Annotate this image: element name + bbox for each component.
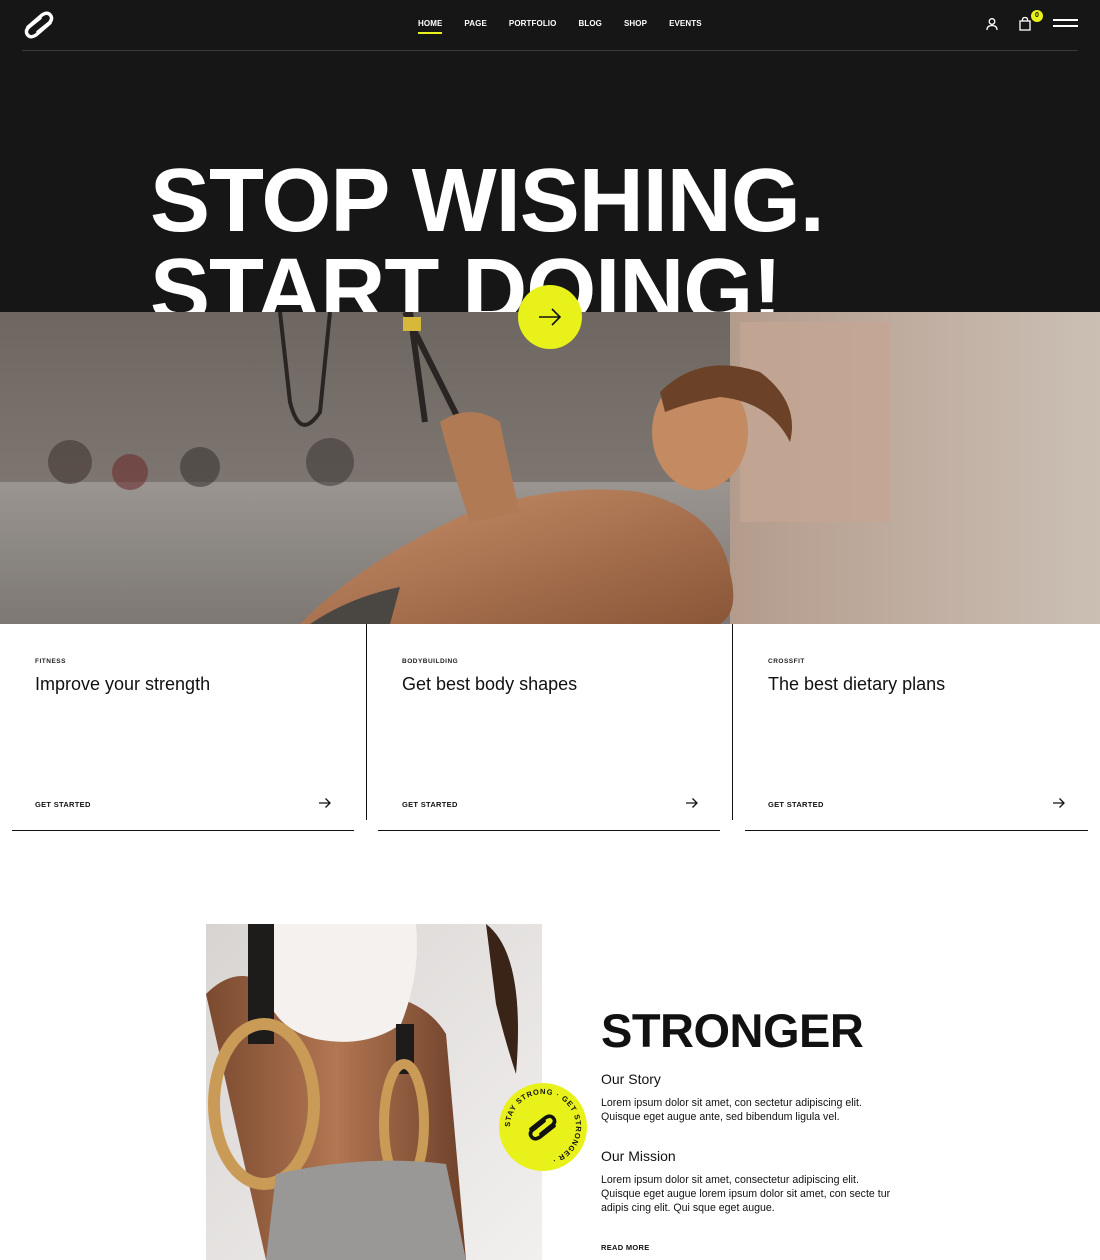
hero-section: HOME PAGE PORTFOLIO BLOG SHOP EVENTS 0 S… — [0, 0, 1100, 312]
card-category: BODYBUILDING — [402, 658, 459, 665]
card-underline — [12, 830, 354, 831]
hero-arrow-button[interactable] — [518, 285, 582, 349]
card-fitness[interactable]: FITNESS Improve your strength GET STARTE… — [0, 624, 366, 820]
get-started-link[interactable]: GET STARTED — [35, 800, 91, 809]
stay-strong-badge: STAY STRONG · GET STRONGER · — [499, 1083, 587, 1171]
top-navigation-bar: HOME PAGE PORTFOLIO BLOG SHOP EVENTS 0 — [22, 0, 1078, 51]
mission-heading: Our Mission — [601, 1148, 676, 1164]
card-crossfit[interactable]: CROSSFIT The best dietary plans GET STAR… — [733, 624, 1100, 820]
nav-events[interactable]: EVENTS — [669, 19, 702, 34]
hero-image — [0, 312, 1100, 624]
arrow-right-icon — [539, 308, 562, 326]
card-title: Improve your strength — [35, 674, 211, 694]
svg-text:STAY STRONG · GET STRONGER ·: STAY STRONG · GET STRONGER · — [503, 1087, 583, 1166]
hero-headline: STOP WISHING. START DOING! — [150, 151, 825, 312]
nav-home[interactable]: HOME — [418, 19, 443, 34]
nav-page[interactable]: PAGE — [464, 19, 486, 34]
cart-count-badge: 0 — [1031, 10, 1043, 22]
story-text: Lorem ipsum dolor sit amet, con sectetur… — [601, 1097, 862, 1123]
card-title: Get best body shapes — [402, 674, 578, 694]
main-nav: HOME PAGE PORTFOLIO BLOG SHOP EVENTS — [418, 19, 724, 34]
get-started-link[interactable]: GET STARTED — [768, 800, 824, 809]
arrow-right-icon[interactable] — [318, 796, 332, 810]
arrow-right-icon[interactable] — [1052, 796, 1066, 810]
cart-icon[interactable] — [1018, 16, 1032, 32]
read-more-link[interactable]: READ MORE — [601, 1243, 650, 1252]
about-image — [206, 924, 542, 1260]
card-title: The best dietary plans — [768, 674, 946, 694]
nav-blog[interactable]: BLOG — [578, 19, 602, 34]
about-title: STRONGER — [601, 1004, 864, 1057]
user-icon[interactable] — [985, 17, 999, 31]
get-started-link[interactable]: GET STARTED — [402, 800, 458, 809]
card-bodybuilding[interactable]: BODYBUILDING Get best body shapes GET ST… — [367, 624, 733, 820]
logo-icon — [528, 1114, 557, 1141]
story-heading: Our Story — [601, 1071, 661, 1087]
card-category: FITNESS — [35, 658, 66, 665]
logo-icon[interactable] — [22, 10, 56, 40]
services-cards: FITNESS Improve your strength GET STARTE… — [0, 624, 1100, 834]
card-category: CROSSFIT — [768, 658, 805, 665]
mission-text: Lorem ipsum dolor sit amet, consectetur … — [601, 1174, 891, 1214]
nav-shop[interactable]: SHOP — [624, 19, 647, 34]
nav-portfolio[interactable]: PORTFOLIO — [509, 19, 557, 34]
card-underline — [378, 830, 720, 831]
badge-text: STAY STRONG · GET STRONGER · — [503, 1087, 582, 1166]
card-underline — [745, 830, 1088, 831]
menu-icon[interactable] — [1053, 19, 1078, 29]
arrow-right-icon[interactable] — [685, 796, 699, 810]
